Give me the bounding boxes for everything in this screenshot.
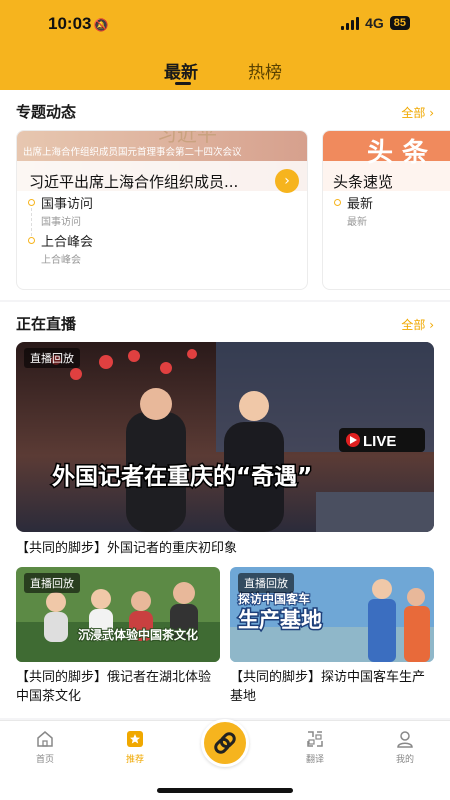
live-main-image: LIVE 外国记者在重庆的“奇遇” <box>16 342 434 532</box>
live-card-bus[interactable]: 探访中国客车 生产基地 直播回放 <box>230 567 434 662</box>
user-icon <box>397 731 413 748</box>
tab-latest[interactable]: 最新 <box>164 58 198 83</box>
bus-overlay-line1: 探访中国客车 <box>238 591 310 606</box>
center-link-button[interactable] <box>201 719 249 767</box>
live-main-caption[interactable]: 【共同的脚步】外国记者的重庆初印象 <box>16 539 237 558</box>
live-card-tea[interactable]: 沉浸式体验中国茶文化 直播回放 <box>16 567 220 662</box>
network-type: 4G <box>365 15 384 31</box>
status-time: 10:03 🔕 <box>48 14 108 34</box>
topic-card-sco[interactable]: 习近平 出席上海合作组织成员国元首理事会第二十四次会议 习近平出席上海合作组织成… <box>16 130 308 290</box>
tab-home[interactable]: 首页 <box>15 729 75 765</box>
topic-item-sub: 最新 <box>347 217 367 228</box>
tab-recommend-label: 推荐 <box>125 755 144 765</box>
time-text: 10:03 <box>48 14 92 33</box>
svg-text:习近平: 习近平 <box>157 131 217 146</box>
topic-headline: 头条速览 <box>333 173 394 191</box>
top-tabs: 最新 热榜 <box>0 48 450 90</box>
topic-banner-text: 出席上海合作组织成员国元首理事会第二十四次会议 <box>23 146 242 158</box>
arrow-right-icon[interactable]: › <box>275 169 299 193</box>
live-card-tea-caption[interactable]: 【共同的脚步】俄记者在湖北体验中国茶文化 <box>16 668 220 706</box>
topics-title: 专题动态 <box>16 103 77 121</box>
tab-translate-label: 翻译 <box>305 755 324 765</box>
translate-icon <box>307 731 323 747</box>
topics-more-link[interactable]: 全部 › <box>401 104 434 121</box>
live-tag: LIVE <box>363 433 396 450</box>
topic-item-label[interactable]: 最新 <box>347 193 373 212</box>
battery-icon: 85 <box>389 16 410 30</box>
timeline-dot <box>28 237 35 244</box>
topic-item-sub: 国事访问 <box>41 217 81 228</box>
signal-icon <box>341 16 360 30</box>
topic-card-headlines[interactable]: 头 条 头条速览 最新 最新 <box>322 130 450 290</box>
star-icon <box>127 731 143 747</box>
bus-overlay-line2: 生产基地 <box>238 608 322 632</box>
replay-badge: 直播回放 <box>24 573 80 593</box>
replay-badge: 直播回放 <box>238 573 294 593</box>
topic-item-sub: 上合峰会 <box>41 255 81 266</box>
tab-home-label: 首页 <box>35 755 54 765</box>
topic-banner-text: 头 条 <box>367 138 429 168</box>
bell-muted-icon: 🔕 <box>93 18 109 32</box>
status-bar: 10:03 🔕 4G 85 <box>0 0 450 48</box>
status-indicators: 4G 85 <box>341 15 410 31</box>
tab-mine-label: 我的 <box>395 755 414 765</box>
tea-overlay-text: 沉浸式体验中国茶文化 <box>78 627 198 642</box>
live-more-link[interactable]: 全部 › <box>401 316 434 333</box>
tab-recommend[interactable]: 推荐 <box>105 729 165 765</box>
tab-hot[interactable]: 热榜 <box>248 58 282 83</box>
live-title: 正在直播 <box>16 315 77 333</box>
topic-item-label[interactable]: 国事访问 <box>41 193 93 212</box>
home-indicator <box>157 788 293 793</box>
link-icon <box>214 732 236 754</box>
timeline-dot <box>28 199 35 206</box>
timeline-line <box>31 208 32 236</box>
home-icon <box>37 731 53 747</box>
topic-headline: 习近平出席上海合作组织成员... <box>29 173 239 191</box>
tab-underline <box>175 82 191 85</box>
live-main-thumbnail[interactable]: LIVE 外国记者在重庆的“奇遇” 直播回放 <box>16 342 434 532</box>
live-main-overlay-text: 外国记者在重庆的“奇遇” <box>52 463 312 490</box>
live-card-bus-caption[interactable]: 【共同的脚步】探访中国客车生产基地 <box>230 668 434 706</box>
timeline-dot <box>334 199 341 206</box>
topic-item-label[interactable]: 上合峰会 <box>41 231 93 250</box>
tab-mine[interactable]: 我的 <box>375 729 435 765</box>
replay-badge: 直播回放 <box>24 348 80 368</box>
tab-translate[interactable]: 翻译 <box>285 729 345 765</box>
